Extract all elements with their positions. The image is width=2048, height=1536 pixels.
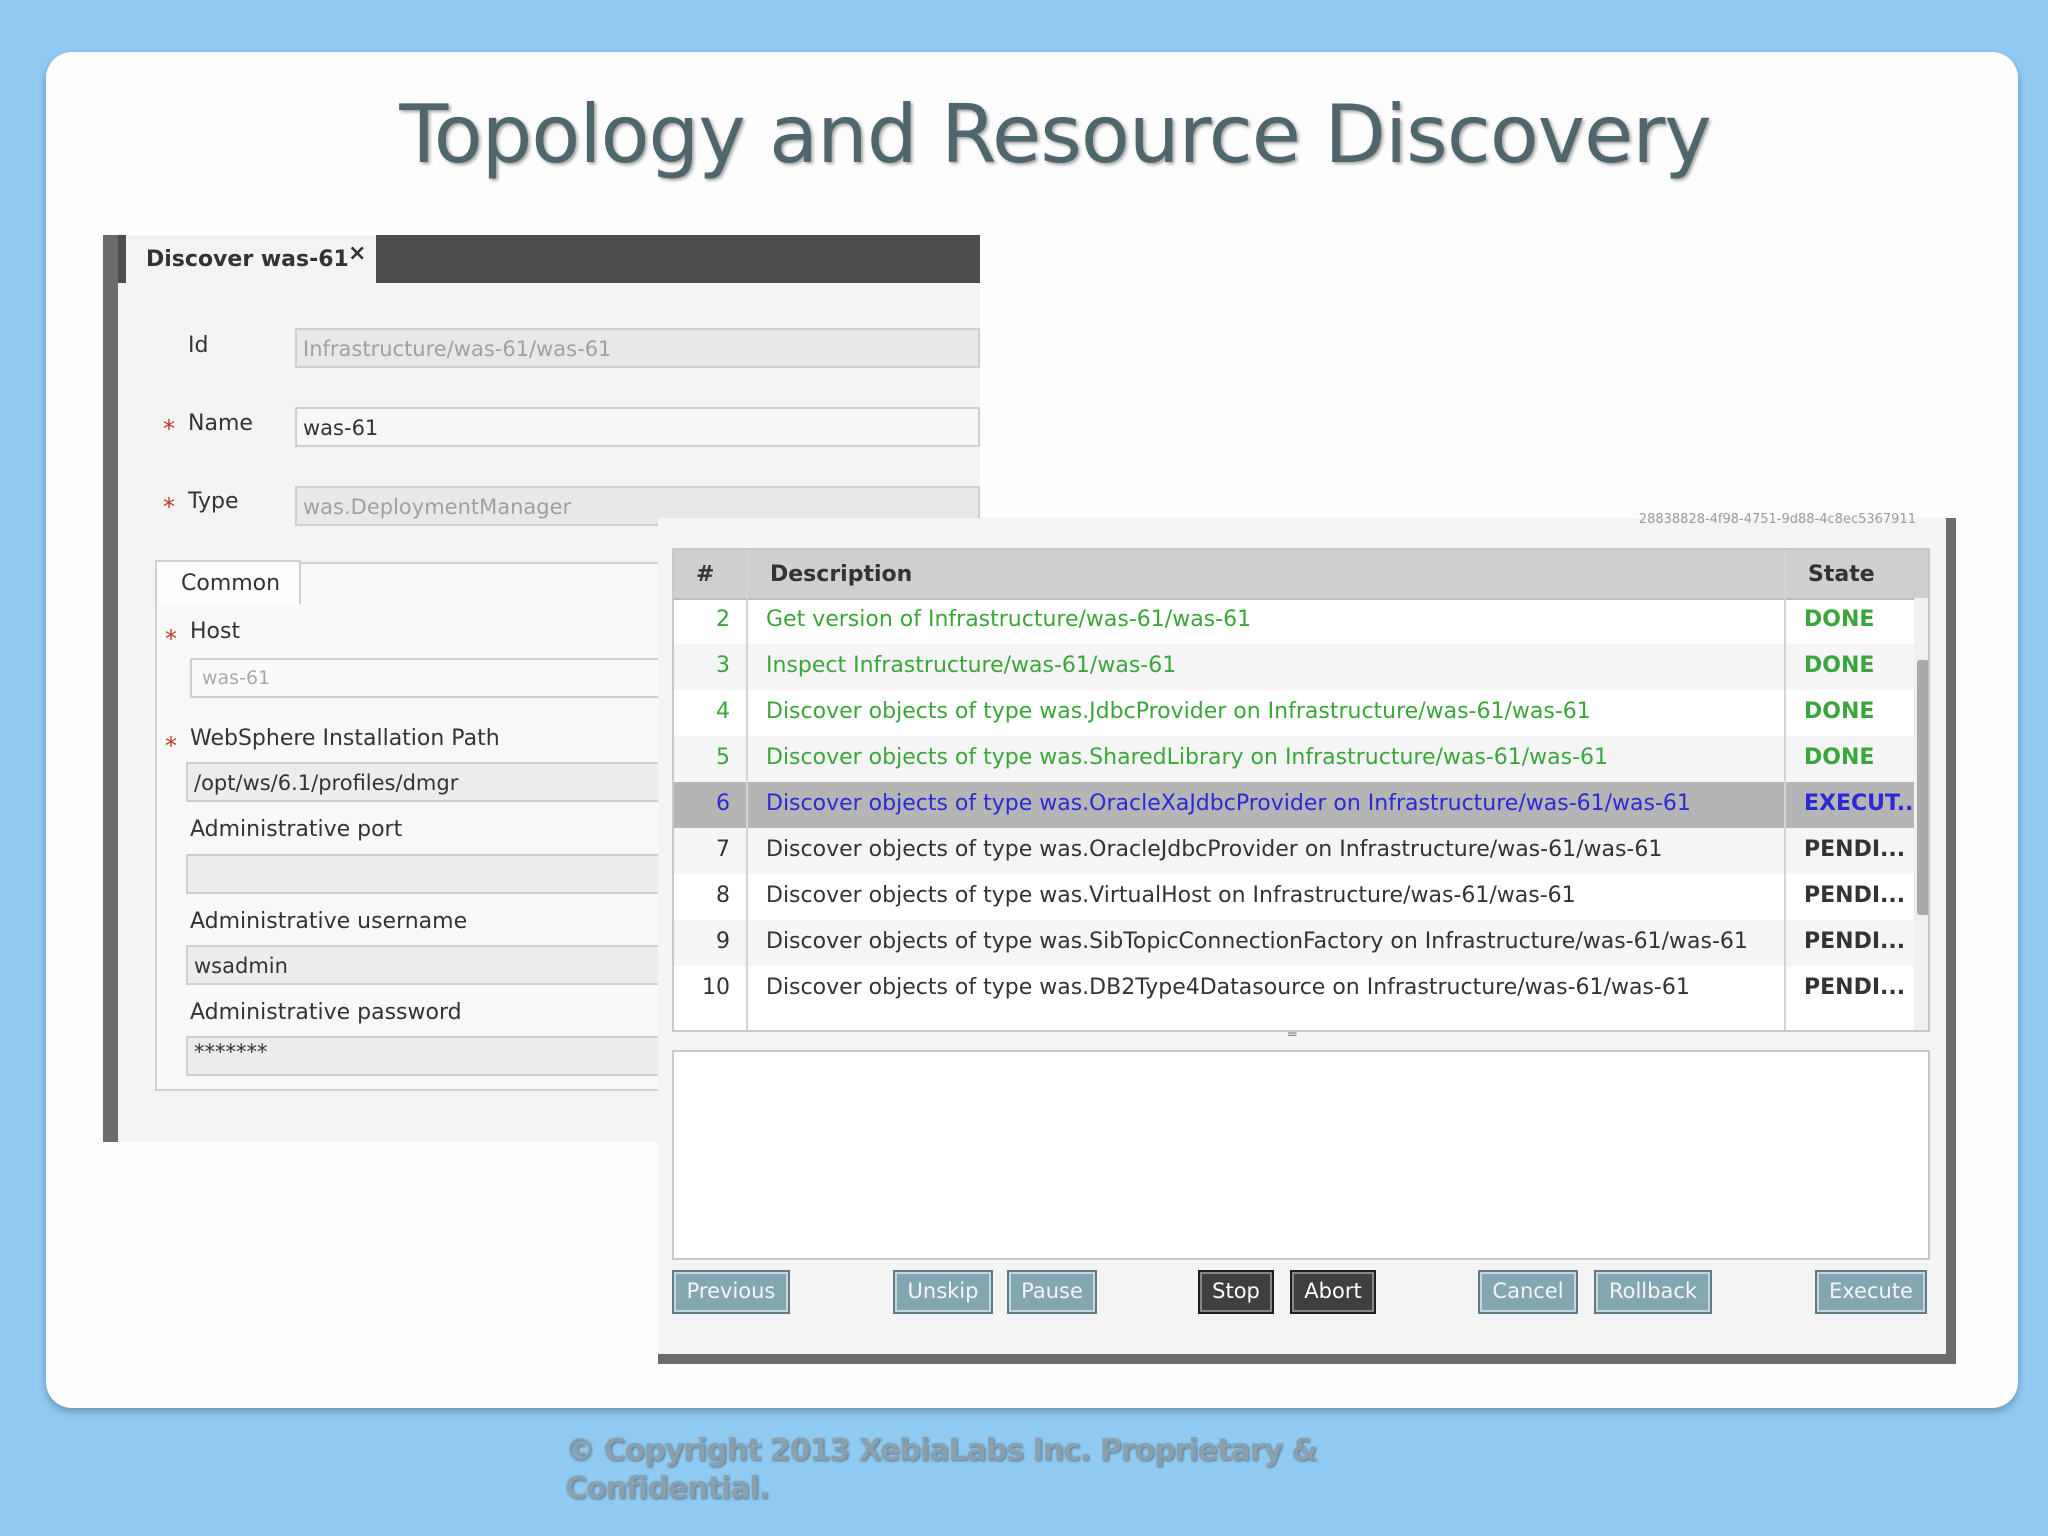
splitter-handle[interactable]: ═ (1288, 1028, 1318, 1043)
table-row[interactable]: 9 Discover objects of type was.SibTopicCo… (674, 920, 1914, 966)
table-header: # Description State (674, 550, 1928, 600)
name-field[interactable]: was-61 (295, 407, 980, 447)
task-dialog: 28838828-4f98-4751-9d88-4c8ec5367911 # D… (658, 512, 1956, 1364)
table-row[interactable]: 8 Discover objects of type was.VirtualHos… (674, 874, 1914, 920)
row-state: PENDI... (1804, 837, 1906, 862)
rollback-button[interactable]: Rollback (1594, 1270, 1712, 1314)
execute-button[interactable]: Execute (1815, 1270, 1927, 1314)
row-state: PENDI... (1804, 929, 1906, 954)
row-description: Discover objects of type was.JdbcProvide… (766, 699, 1591, 724)
column-header-state: State (1808, 562, 1875, 587)
column-divider (746, 550, 748, 1030)
pause-button[interactable]: Pause (1007, 1270, 1097, 1314)
cancel-button[interactable]: Cancel (1478, 1270, 1578, 1314)
row-number: 3 (716, 653, 730, 678)
table-row[interactable]: 4 Discover objects of type was.JdbcProvid… (674, 690, 1914, 736)
type-label: Type (188, 489, 239, 514)
previous-button[interactable]: Previous (672, 1270, 790, 1314)
table-row[interactable]: 6 Discover objects of type was.OracleXaJd… (674, 782, 1922, 828)
row-description: Discover objects of type was.SibTopicCon… (766, 929, 1748, 954)
row-number: 9 (716, 929, 730, 954)
table-row[interactable]: 2 Get version of Infrastructure/was-61/wa… (674, 598, 1914, 644)
required-marker: * (165, 732, 177, 760)
row-state: PENDI... (1804, 883, 1906, 908)
column-header-description: Description (770, 562, 913, 587)
discover-tab-label: Discover was-61 (146, 247, 349, 272)
admin-port-label: Administrative port (190, 817, 403, 842)
slide-title: Topology and Resource Discovery (399, 88, 1711, 181)
tab-common[interactable]: Common (155, 560, 301, 604)
row-description: Inspect Infrastructure/was-61/was-61 (766, 653, 1177, 678)
step-log-output (672, 1050, 1930, 1260)
table-row[interactable]: 7 Discover objects of type was.OracleJdbc… (674, 828, 1914, 874)
id-field[interactable]: Infrastructure/was-61/was-61 (295, 328, 980, 368)
name-label: Name (188, 411, 253, 436)
table-row[interactable]: 5 Discover objects of type was.SharedLibr… (674, 736, 1914, 782)
close-icon[interactable]: × (348, 241, 366, 266)
ws-path-label: WebSphere Installation Path (190, 726, 500, 751)
row-number: 4 (716, 699, 730, 724)
required-marker: * (163, 415, 175, 443)
task-id: 28838828-4f98-4751-9d88-4c8ec5367911 (1638, 512, 1916, 527)
required-marker: * (163, 493, 175, 521)
column-header-number: # (696, 562, 715, 587)
stop-button[interactable]: Stop (1198, 1270, 1274, 1314)
scrollbar-thumb[interactable] (1917, 660, 1928, 915)
id-label: Id (188, 333, 209, 358)
admin-username-label: Administrative username (190, 909, 468, 934)
admin-password-label: Administrative password (190, 1000, 462, 1025)
row-state: PENDI... (1804, 975, 1906, 1000)
row-state: EXECUT... (1804, 791, 1922, 816)
required-marker: * (165, 625, 177, 653)
steps-table: # Description State 2 Get version of Infr… (672, 548, 1930, 1032)
host-label: Host (190, 619, 241, 644)
row-description: Discover objects of type was.VirtualHost… (766, 883, 1576, 908)
row-description: Discover objects of type was.SharedLibra… (766, 745, 1609, 770)
row-description: Get version of Infrastructure/was-61/was… (766, 607, 1252, 632)
row-state: DONE (1804, 699, 1875, 724)
row-state: DONE (1804, 653, 1875, 678)
discover-tab-bar: Discover was-61 × (118, 235, 980, 283)
table-row[interactable]: 3 Inspect Infrastructure/was-61/was-61 DON… (674, 644, 1914, 690)
row-number: 2 (716, 607, 730, 632)
column-divider (1784, 550, 1786, 1030)
row-number: 6 (716, 791, 730, 816)
row-number: 10 (702, 975, 730, 1000)
row-state: DONE (1804, 745, 1875, 770)
discover-tab[interactable]: Discover was-61 × (126, 235, 376, 283)
table-row[interactable]: 10 Discover objects of type was.DB2Type4D… (674, 966, 1914, 1012)
row-description: Discover objects of type was.OracleJdbcP… (766, 837, 1663, 862)
row-state: DONE (1804, 607, 1875, 632)
unskip-button[interactable]: Unskip (893, 1270, 993, 1314)
abort-button[interactable]: Abort (1290, 1270, 1376, 1314)
row-number: 5 (716, 745, 730, 770)
row-description: Discover objects of type was.OracleXaJdb… (766, 791, 1691, 816)
row-number: 8 (716, 883, 730, 908)
copyright-notice: © Copyright 2013 XebiaLabs Inc. Propriet… (565, 1433, 1318, 1506)
row-description: Discover objects of type was.DB2Type4Dat… (766, 975, 1690, 1000)
row-number: 7 (716, 837, 730, 862)
